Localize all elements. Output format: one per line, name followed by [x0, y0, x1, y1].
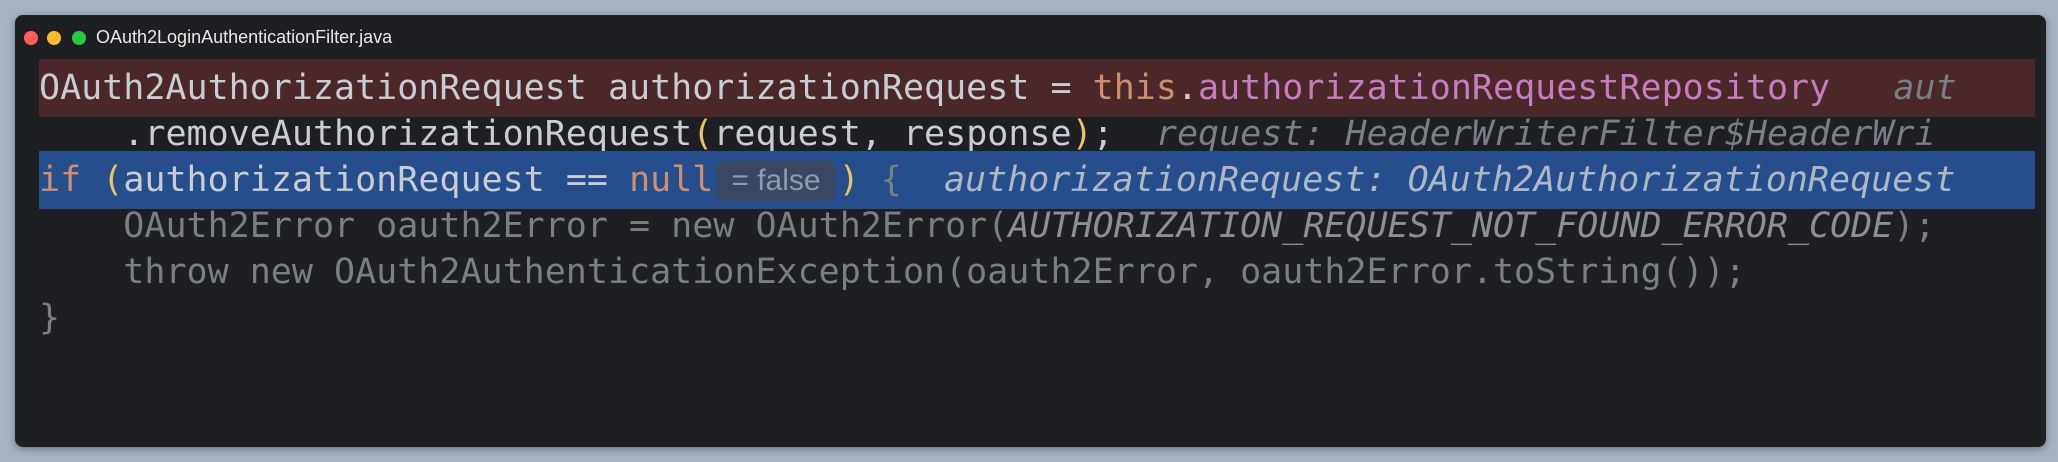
equality-operator: ==: [565, 160, 608, 200]
assign-operator: =: [1050, 68, 1072, 108]
if-keyword: if: [39, 160, 82, 200]
open-brace: {: [880, 160, 902, 200]
type-name: OAuth2AuthorizationRequest: [39, 68, 587, 108]
null-keyword: null: [629, 160, 714, 200]
statement-end: );: [1893, 206, 1936, 246]
editor-window: OAuth2LoginAuthenticationFilter.java OAu…: [15, 15, 2046, 447]
this-keyword: this: [1092, 68, 1177, 108]
close-paren: ): [838, 160, 860, 200]
debug-value-hint: request: HeaderWriterFilter$HeaderWri: [1155, 114, 1936, 154]
title-bar: OAuth2LoginAuthenticationFilter.java: [15, 15, 2046, 59]
close-brace: }: [39, 298, 61, 338]
variable-name: authorizationRequest: [607, 68, 1030, 108]
variable-name: authorizationRequest: [123, 160, 545, 200]
code-editor[interactable]: OAuth2AuthorizationRequest authorization…: [15, 59, 2046, 447]
minimize-window-button[interactable]: [47, 31, 61, 45]
debug-value-hint: authorizationRequest: OAuth2Authorizatio…: [943, 160, 1956, 200]
method-call: .removeAuthorizationRequest: [123, 114, 693, 154]
throw-statement: throw new OAuth2AuthenticationException(…: [123, 252, 1746, 292]
code-line-6[interactable]: }: [39, 289, 2035, 347]
open-paren: (: [102, 160, 124, 200]
zoom-window-button[interactable]: [72, 31, 86, 45]
call-arguments: request, response: [713, 114, 1072, 154]
open-paren: (: [692, 114, 714, 154]
field-name: authorizationRequestRepository: [1198, 68, 1831, 108]
debug-value-hint: aut: [1893, 68, 1957, 108]
inline-value-badge[interactable]: = false: [717, 161, 835, 201]
semicolon: ;: [1092, 114, 1114, 154]
window-title: OAuth2LoginAuthenticationFilter.java: [96, 27, 393, 47]
error-code-constant: AUTHORIZATION_REQUEST_NOT_FOUND_ERROR_CO…: [1008, 206, 1894, 246]
dot-operator: .: [1176, 68, 1198, 108]
close-window-button[interactable]: [24, 31, 38, 45]
close-paren: ): [1071, 114, 1093, 154]
error-statement: OAuth2Error oauth2Error = new OAuth2Erro…: [123, 206, 1009, 246]
